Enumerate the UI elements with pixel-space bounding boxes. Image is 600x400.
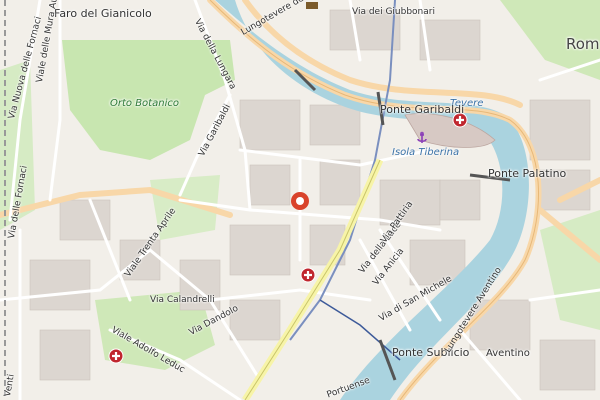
- label-ponte-garibaldi: Ponte Garibaldi: [380, 103, 465, 116]
- label-isola-tiberina: Isola Tiberina: [392, 147, 460, 158]
- label-aventino: Aventino: [486, 348, 530, 359]
- anchor-icon: [417, 131, 427, 143]
- label-ponte-palatino: Ponte Palatino: [488, 167, 567, 180]
- label-orto-botanico: Orto Botanico: [110, 98, 179, 109]
- label-via-calandrelli: Via Calandrelli: [150, 295, 215, 305]
- label-via-giubbonari: Via dei Giubbonari: [352, 7, 435, 17]
- hospital-icon[interactable]: [108, 348, 124, 364]
- map-view[interactable]: Faro del Gianicolo Orto Botanico Isola T…: [0, 0, 600, 400]
- location-pin-icon[interactable]: [289, 190, 311, 212]
- label-city: Rom: [566, 35, 600, 53]
- hospital-icon[interactable]: [300, 267, 316, 283]
- label-faro: Faro del Gianicolo: [54, 7, 152, 20]
- label-ponte-sublicio: Ponte Sublicio: [392, 346, 470, 359]
